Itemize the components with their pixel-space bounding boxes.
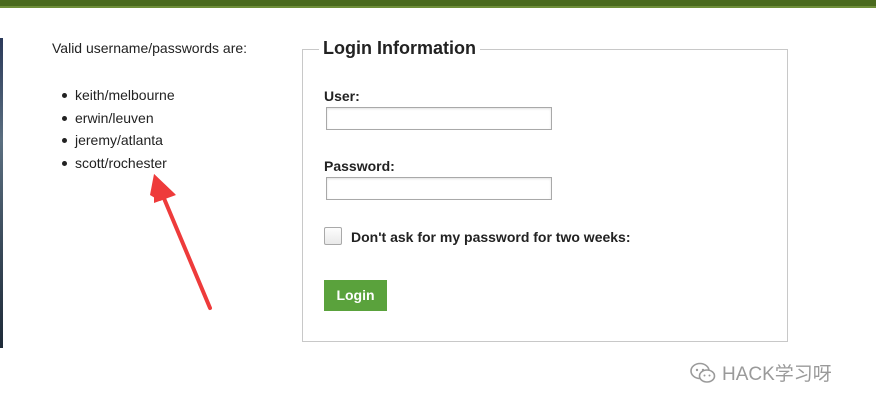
- watermark: HACK学习呀: [690, 359, 832, 386]
- remember-label[interactable]: Don't ask for my password for two weeks:: [351, 229, 631, 245]
- list-item: keith/melbourne: [62, 84, 175, 107]
- credential-text: jeremy/atlanta: [75, 132, 163, 148]
- bullet-icon: [62, 93, 67, 98]
- credential-text: erwin/leuven: [75, 109, 154, 126]
- credentials-intro: Valid username/passwords are:: [52, 40, 248, 56]
- user-label: User:: [324, 88, 360, 104]
- bullet-icon: [62, 115, 67, 121]
- arrow-up-icon: [150, 174, 212, 310]
- password-input[interactable]: [326, 177, 552, 200]
- wechat-icon: [690, 362, 716, 383]
- bullet-icon: [62, 138, 67, 143]
- page: Valid username/passwords are: keith/melb…: [0, 0, 876, 410]
- watermark-text: HACK学习呀: [722, 364, 832, 385]
- credentials-list: keith/melbourne erwin/leuven jeremy/atla…: [62, 84, 175, 174]
- side-image-strip: [0, 38, 3, 348]
- login-legend: Login Information: [319, 38, 480, 59]
- list-item: erwin/leuven: [62, 107, 175, 130]
- credential-text: keith/melbourne: [75, 87, 175, 103]
- top-banner: [0, 0, 876, 8]
- remember-checkbox[interactable]: [324, 227, 342, 245]
- user-input[interactable]: [326, 107, 552, 130]
- bullet-icon: [62, 160, 67, 166]
- list-item: jeremy/atlanta: [62, 129, 175, 152]
- password-label: Password:: [324, 158, 395, 174]
- login-button[interactable]: Login: [324, 280, 387, 311]
